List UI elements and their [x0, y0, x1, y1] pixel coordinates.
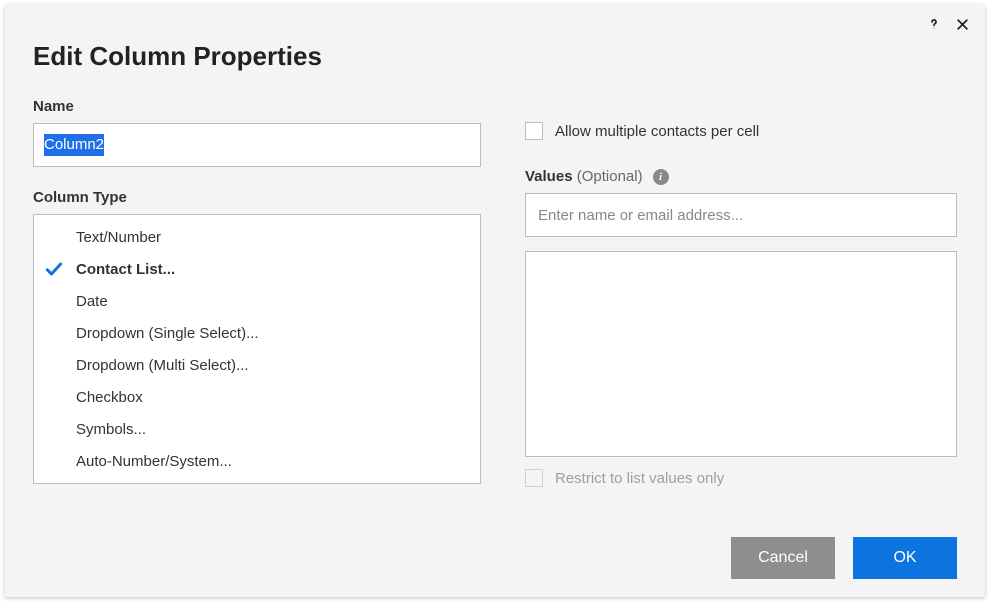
column-type-label: Column Type: [33, 189, 481, 206]
type-contact-list[interactable]: Contact List...: [34, 253, 480, 285]
restrict-checkbox: [525, 469, 543, 487]
type-label: Symbols...: [76, 421, 146, 438]
type-dropdown-single[interactable]: Dropdown (Single Select)...: [34, 317, 480, 349]
type-label: Text/Number: [76, 229, 161, 246]
close-icon[interactable]: [953, 15, 971, 33]
column-name-input[interactable]: Column2: [33, 123, 481, 167]
info-icon[interactable]: i: [653, 169, 669, 185]
dialog-buttons: Cancel OK: [731, 537, 957, 579]
values-label: Values (Optional): [525, 168, 643, 185]
allow-multiple-row[interactable]: Allow multiple contacts per cell: [525, 122, 957, 140]
allow-multiple-label: Allow multiple contacts per cell: [555, 123, 759, 140]
type-auto-number[interactable]: Auto-Number/System...: [34, 445, 480, 477]
type-checkbox[interactable]: Checkbox: [34, 381, 480, 413]
type-text-number[interactable]: Text/Number: [34, 221, 480, 253]
type-label: Auto-Number/System...: [76, 453, 232, 470]
restrict-row: Restrict to list values only: [525, 469, 957, 487]
type-label: Checkbox: [76, 389, 143, 406]
titlebar-icons: [925, 15, 971, 33]
column-type-list: Text/Number Contact List... Date: [33, 214, 481, 484]
values-placeholder: Enter name or email address...: [538, 207, 743, 224]
type-label: Date: [76, 293, 108, 310]
checkmark-icon: [44, 259, 64, 279]
type-label: Contact List...: [76, 261, 175, 278]
column-name-value: Column2: [44, 134, 104, 156]
type-symbols[interactable]: Symbols...: [34, 413, 480, 445]
type-dropdown-multi[interactable]: Dropdown (Multi Select)...: [34, 349, 480, 381]
type-date[interactable]: Date: [34, 285, 480, 317]
type-label: Dropdown (Multi Select)...: [76, 357, 249, 374]
restrict-label: Restrict to list values only: [555, 470, 724, 487]
cancel-button[interactable]: Cancel: [731, 537, 835, 579]
type-label: Dropdown (Single Select)...: [76, 325, 259, 342]
help-icon[interactable]: [925, 15, 943, 33]
name-label: Name: [33, 98, 481, 115]
allow-multiple-checkbox[interactable]: [525, 122, 543, 140]
dialog-title: Edit Column Properties: [33, 41, 957, 72]
ok-button[interactable]: OK: [853, 537, 957, 579]
values-input[interactable]: Enter name or email address...: [525, 193, 957, 237]
values-listbox[interactable]: [525, 251, 957, 457]
edit-column-properties-dialog: Edit Column Properties Name Column2 Colu…: [5, 5, 985, 597]
